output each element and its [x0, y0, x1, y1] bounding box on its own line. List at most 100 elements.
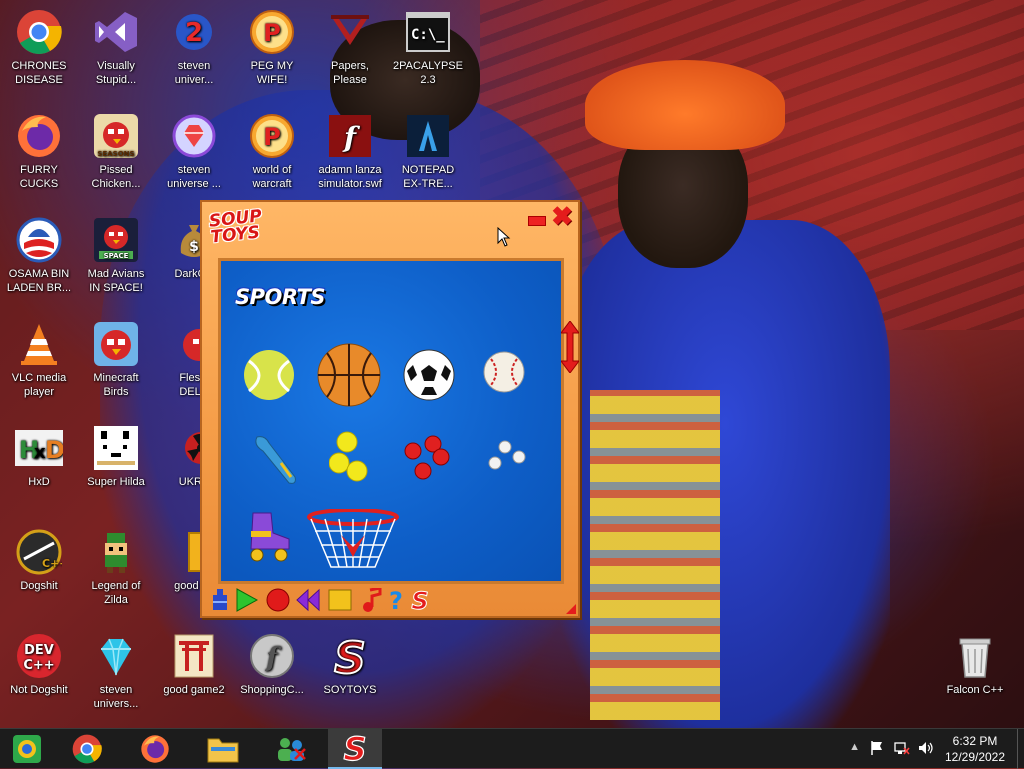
desktop-icon-visually-stupid[interactable]: Visually Stupid... — [78, 8, 154, 87]
angry-birds-seasons-icon: SEASONS — [92, 112, 140, 160]
desktop-icon-osama[interactable]: OSAMA BIN LADEN BR... — [1, 216, 77, 295]
flag-icon[interactable] — [870, 740, 884, 761]
wallpaper-hat — [585, 60, 785, 150]
desktop-icon-legend-of-zilda[interactable]: Legend of Zilda — [78, 528, 154, 607]
desktop-icon-label: adamn lanza simulator.swf — [318, 164, 382, 190]
desktop-icon-falcon-cpp[interactable]: Falcon C++ — [937, 632, 1013, 697]
taskbar-people[interactable] — [264, 729, 318, 769]
toy-roller-skate[interactable] — [245, 509, 295, 568]
desktop-icon-notepad-extreme[interactable]: NOTEPAD EX-TRE... — [390, 112, 466, 191]
visual-studio-icon — [92, 8, 140, 56]
taskbar-souptoys[interactable]: S — [328, 729, 382, 769]
clock-time: 6:32 PM — [952, 734, 998, 748]
desktop-icon-label: SOYTOYS — [323, 684, 377, 696]
taskbar-start-app[interactable] — [0, 729, 54, 769]
torii-icon — [170, 632, 218, 680]
show-desktop-button[interactable] — [1017, 729, 1024, 769]
desktop-icon-peg-my-wife[interactable]: P PEG MY WIFE! — [234, 8, 310, 87]
desktop-icon-steven-universe-gem[interactable]: steven universe ... — [156, 112, 232, 191]
desktop-icon-mad-avians[interactable]: SPACE Mad Avians IN SPACE! — [78, 216, 154, 295]
svg-text:SPACE: SPACE — [104, 252, 129, 260]
gem-icon — [170, 112, 218, 160]
resize-grip[interactable] — [566, 604, 576, 614]
record-button[interactable] — [266, 588, 290, 612]
volume-icon[interactable] — [918, 740, 934, 761]
souptoys-window[interactable]: SOUP TOYS ✖ SPORTS ? S — [200, 200, 580, 618]
rewind-button[interactable] — [296, 588, 320, 612]
desktop-icon-label: HxD — [28, 476, 50, 488]
toy-basketball-hoop[interactable] — [307, 508, 399, 576]
stop-button[interactable] — [328, 588, 352, 612]
toy-basketball[interactable] — [317, 343, 381, 412]
souptoys-toolbar: ? S — [208, 588, 538, 612]
chevron-up-icon[interactable]: ▲ — [849, 741, 860, 753]
toy-tennis-ball[interactable] — [243, 349, 295, 406]
desktop-icon-label: steven universe ... — [167, 164, 221, 190]
desktop-icon-shoppingc[interactable]: f ShoppingC... — [234, 632, 310, 697]
toy-white-balls[interactable] — [485, 439, 531, 480]
pixel-hero-icon — [92, 528, 140, 576]
svg-text:D: D — [45, 436, 63, 464]
taskbar-firefox[interactable] — [128, 729, 182, 769]
desktop-icon-dogshit[interactable]: C++ Dogshit — [1, 528, 77, 593]
pegs-icon: P — [248, 112, 296, 160]
soup-logo-button[interactable]: S — [408, 588, 432, 612]
desktop-icon-label: NOTEPAD EX-TRE... — [401, 164, 455, 190]
toy-blue-bat[interactable] — [251, 433, 301, 492]
svg-text:C++: C++ — [23, 658, 54, 673]
bucket-button[interactable] — [208, 588, 232, 612]
play-button[interactable] — [234, 588, 258, 612]
desktop-icon-minecraft-birds[interactable]: Minecraft Birds — [78, 320, 154, 399]
desktop-icon-furry-cucks[interactable]: FURRY CUCKS — [1, 112, 77, 191]
flash-ball-icon: f — [248, 632, 296, 680]
papers-please-icon — [326, 8, 374, 56]
desktop-icon-world-of-warcraft[interactable]: P world of warcraft — [234, 112, 310, 191]
desktop-icon-label: steven univers... — [93, 684, 139, 710]
svg-text:$: $ — [189, 239, 199, 255]
network-icon[interactable] — [894, 740, 910, 761]
desktop-icon-label: Super Hilda — [87, 476, 145, 488]
toy-yellow-balls[interactable] — [328, 431, 373, 488]
scroll-arrows[interactable] — [560, 320, 580, 374]
mouse-cursor-icon — [497, 226, 511, 252]
desktop-icon-label: CHRONES DISEASE — [11, 60, 67, 86]
desktop-icon-soytoys[interactable]: S SOYTOYS — [312, 632, 388, 697]
toy-baseball[interactable] — [483, 351, 525, 398]
desktop-icon-label: ShoppingC... — [240, 684, 304, 696]
desktop-icon-steven-universe-diamond[interactable]: steven univers... — [78, 632, 154, 711]
desktop-icon-label: FURRY CUCKS — [19, 164, 59, 190]
desktop-icon-chrones-disease[interactable]: CHRONES DISEASE — [1, 8, 77, 87]
clock[interactable]: 6:32 PM 12/29/2022 — [940, 733, 1010, 765]
svg-text:S: S — [334, 633, 366, 679]
taskbar-chrome[interactable] — [60, 729, 114, 769]
clock-date: 12/29/2022 — [944, 750, 1006, 764]
taskbar-file-explorer[interactable] — [196, 729, 250, 769]
steven-universe-2-icon: 2 — [170, 8, 218, 56]
desktop-icon-adamn-lanza[interactable]: f adamn lanza simulator.swf — [312, 112, 388, 191]
desktop-icon-super-hilda[interactable]: Super Hilda — [78, 424, 154, 489]
desktop-icon-papers-please[interactable]: Papers, Please — [312, 8, 388, 87]
desktop-icon-vlc[interactable]: VLC media player — [1, 320, 77, 399]
desktop-icon-pissed-chicken[interactable]: SEASONS Pissed Chicken... — [78, 112, 154, 191]
wallpaper-plaid — [590, 390, 720, 720]
desktop-icon-hxd[interactable]: HxD HxD — [1, 424, 77, 489]
notepad-icon — [404, 112, 452, 160]
flash-icon: f — [326, 112, 374, 160]
toy-soccer-ball[interactable] — [403, 349, 455, 406]
desktop-icon-label: Legend of Zilda — [91, 580, 141, 606]
desktop-icon-label: good game2 — [163, 684, 225, 696]
dev-cpp-icon: DEV C++ — [15, 632, 63, 680]
desktop-icon-steven-universe-2[interactable]: 2 steven univer... — [156, 8, 232, 87]
desktop-icon-label: Dogshit — [20, 580, 58, 592]
desktop-icon-label: OSAMA BIN LADEN BR... — [6, 268, 72, 294]
minimize-button[interactable] — [528, 216, 546, 226]
music-button[interactable] — [360, 588, 384, 612]
wallpaper-face-right — [618, 118, 748, 268]
desktop-icon-good-game2[interactable]: good game2 — [156, 632, 232, 697]
desktop-icon-not-dogshit[interactable]: DEV C++ Not Dogshit — [1, 632, 77, 697]
desktop-icon-2pacalypse[interactable]: C:\_ 2PACALYPSE 2.3 — [390, 8, 466, 87]
close-button[interactable]: ✖ — [551, 203, 573, 229]
toy-red-balls[interactable] — [403, 435, 453, 486]
pegs-icon: P — [248, 8, 296, 56]
help-icon[interactable]: ? — [384, 588, 408, 612]
